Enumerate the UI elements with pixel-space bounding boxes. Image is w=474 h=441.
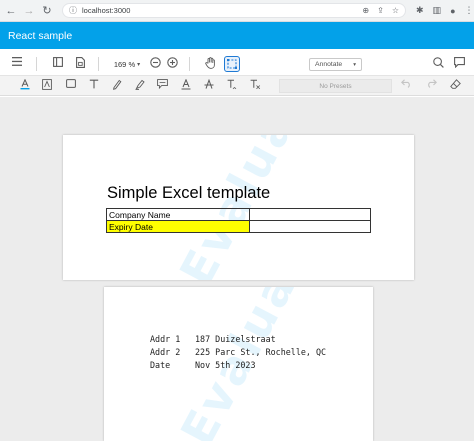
hamburger-menu-icon[interactable] — [10, 57, 24, 66]
address-line: Date Nov 5th 2023 — [150, 360, 256, 370]
text-squiggly-icon[interactable] — [226, 79, 239, 92]
free-text-icon[interactable] — [87, 79, 100, 92]
address-line: Addr 1 187 Duizelstraat — [150, 334, 276, 344]
sticky-note-icon[interactable] — [156, 79, 169, 92]
table-cell — [249, 220, 371, 233]
table-cell — [249, 208, 371, 221]
text-underline-icon[interactable] — [18, 78, 31, 92]
app-header: React sample — [0, 22, 474, 49]
back-arrow-icon[interactable]: ← — [4, 4, 18, 18]
menu-kebab-icon[interactable]: ⋮ — [465, 5, 474, 16]
document-viewer[interactable]: Evaluation Simple Excel template Company… — [0, 97, 474, 441]
chevron-down-icon: ▾ — [137, 61, 141, 68]
address-value: Nov 5th 2023 — [195, 360, 256, 370]
presets-placeholder: No Presets — [319, 82, 352, 90]
undo-icon[interactable] — [400, 79, 413, 92]
address-value: 187 Duizelstraat — [195, 334, 276, 344]
text-replace-icon[interactable] — [249, 79, 262, 92]
style-presets-box[interactable]: No Presets — [279, 79, 392, 93]
bookmark-star-icon[interactable]: ☆ — [392, 6, 399, 15]
rectangle-shape-icon[interactable] — [64, 79, 77, 92]
main-toolbar: 169 % ▾ Annotate ▾ — [0, 52, 474, 76]
zoom-in-icon[interactable] — [165, 57, 179, 68]
document-icon[interactable] — [73, 57, 87, 68]
share-icon[interactable]: ⇪ — [377, 6, 384, 15]
table-row: Company Name — [106, 208, 371, 221]
info-icon[interactable]: ⓘ — [69, 5, 77, 16]
table-cell: Company Name — [106, 208, 250, 221]
eraser-icon[interactable] — [449, 79, 462, 92]
text-color-icon[interactable] — [179, 78, 192, 92]
zoom-level-value: 169 % — [113, 59, 136, 69]
address-line: Addr 2 225 Parc St., Rochelle, QC — [150, 347, 326, 357]
mode-select[interactable]: Annotate ▾ — [309, 58, 362, 71]
chevron-down-icon: ▾ — [353, 61, 356, 68]
address-value: 225 Parc St., Rochelle, QC — [195, 347, 327, 357]
sidebar-panel-icon[interactable]: ▥ — [433, 5, 442, 16]
address-label: Date — [150, 360, 171, 370]
forward-arrow-icon[interactable]: → — [22, 4, 36, 18]
document-title: Simple Excel template — [107, 184, 271, 202]
mode-select-value: Annotate — [315, 61, 343, 68]
address-label: Addr 2 — [150, 347, 181, 357]
table-row: Expiry Date — [106, 220, 371, 233]
document-page-2[interactable]: Evaluation Addr 1 187 Duizelstraat Addr 2… — [104, 287, 373, 441]
select-area-tool-button[interactable] — [224, 56, 240, 72]
extensions-puzzle-icon[interactable]: ✱ — [416, 5, 424, 16]
pen-draw-icon[interactable] — [110, 79, 123, 92]
zoom-lens-icon[interactable]: ⊕ — [362, 6, 369, 15]
app-title: React sample — [8, 29, 73, 42]
thumbnails-panel-icon[interactable] — [51, 57, 65, 67]
browser-toolbar: ← → ↻ ⓘ localhost:3000 ⊕ ⇪ ☆ ✱ ▥ ● ⋮ — [0, 0, 474, 22]
document-page-1[interactable]: Evaluation Simple Excel template Company… — [63, 135, 414, 280]
address-label: Addr 1 — [150, 334, 181, 344]
profile-icon[interactable]: ● — [450, 6, 455, 16]
text-highlight-icon[interactable] — [40, 79, 53, 92]
reload-icon[interactable]: ↻ — [40, 4, 54, 18]
address-url: localhost:3000 — [82, 6, 131, 15]
document-table: Company Name Expiry Date — [106, 208, 371, 233]
annotation-toolbar: No Presets — [0, 76, 474, 96]
table-cell-highlighted: Expiry Date — [106, 220, 250, 233]
redo-icon[interactable] — [425, 79, 438, 92]
pan-hand-icon[interactable] — [203, 57, 217, 69]
zoom-out-icon[interactable] — [148, 57, 162, 68]
search-icon[interactable] — [431, 57, 445, 68]
comments-panel-icon[interactable] — [452, 57, 466, 68]
marker-icon[interactable] — [133, 79, 146, 92]
strikethrough-icon[interactable] — [202, 78, 215, 92]
zoom-level-select[interactable]: 169 % ▾ — [110, 57, 144, 71]
address-bar[interactable]: ⓘ localhost:3000 ⊕ ⇪ ☆ — [62, 3, 406, 18]
